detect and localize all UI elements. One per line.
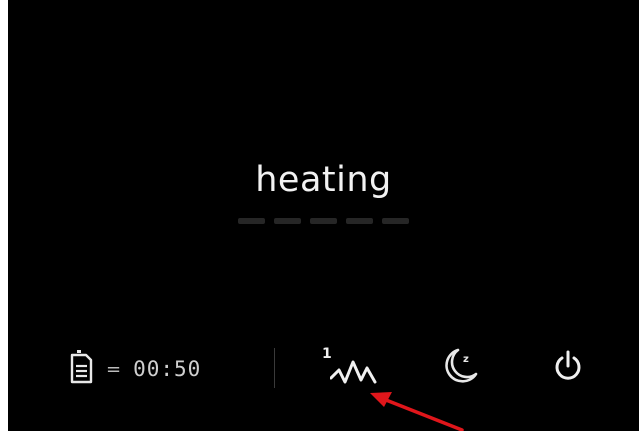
progress-dash xyxy=(346,218,373,224)
heating-mode-button[interactable]: 1 xyxy=(318,344,388,392)
timer-value: 00:50 xyxy=(133,357,202,381)
night-mode-button[interactable]: z xyxy=(436,344,486,392)
heating-mode-wave-icon xyxy=(329,356,380,388)
power-icon xyxy=(553,350,583,386)
timer-button[interactable]: = 00:50 xyxy=(70,346,201,392)
moon-sleep-icon: z xyxy=(444,348,478,388)
progress-dash xyxy=(382,218,409,224)
filter-document-icon xyxy=(70,350,94,388)
timer-equals-sign: = xyxy=(106,358,122,380)
bottom-control-bar: = 00:50 1 z xyxy=(8,338,639,402)
progress-dash xyxy=(310,218,337,224)
progress-dash xyxy=(238,218,265,224)
status-text: heating xyxy=(255,160,392,200)
divider xyxy=(274,348,275,388)
progress-indicator xyxy=(8,218,639,224)
progress-dash xyxy=(274,218,301,224)
svg-text:z: z xyxy=(463,354,469,365)
power-button[interactable] xyxy=(543,344,593,392)
device-display: heating = 00:50 1 z xyxy=(8,0,639,431)
